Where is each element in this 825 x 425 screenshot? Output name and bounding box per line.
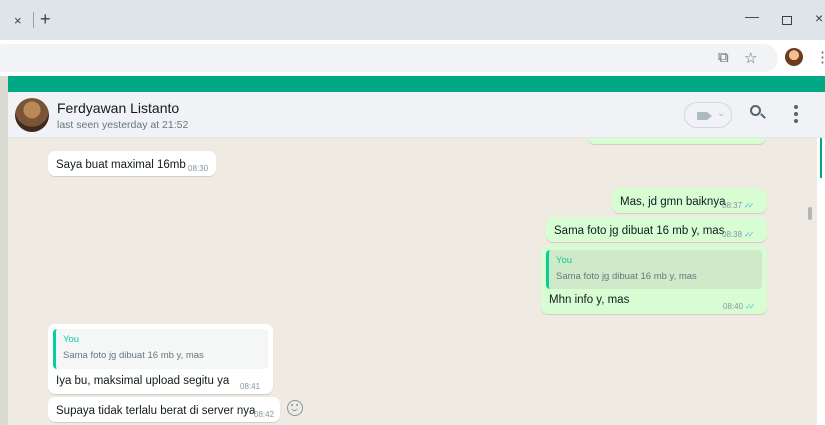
chat-menu-button[interactable] bbox=[793, 105, 799, 125]
reply-message-bubble[interactable]: You Sama foto jg dibuat 16 mb y, mas Mhn… bbox=[541, 245, 767, 314]
chat-messages-area[interactable]: Saya buat maximal 16mb 08:30 Mas, jd gmn… bbox=[8, 138, 817, 425]
message-time: 08:38 bbox=[722, 230, 743, 239]
message-time: 08:41 bbox=[240, 382, 261, 391]
video-camera-icon bbox=[697, 112, 712, 120]
message-text: Mhn info y, mas bbox=[549, 294, 630, 306]
quoted-message[interactable]: You Sama foto jg dibuat 16 mb y, mas bbox=[546, 250, 762, 289]
message-text: Iya bu, maksimal upload segitu ya bbox=[56, 375, 230, 387]
tab-divider bbox=[33, 12, 34, 28]
contact-name[interactable]: Ferdyawan Listanto bbox=[57, 100, 179, 116]
chat-header[interactable]: Ferdyawan Listanto last seen yesterday a… bbox=[8, 92, 825, 138]
message-text: Supaya tidak terlalu berat di server nya bbox=[56, 405, 256, 417]
chat-scrollbar[interactable] bbox=[808, 207, 812, 220]
video-call-button[interactable]: ⌄ bbox=[684, 102, 732, 128]
message-time: 08:30 bbox=[188, 164, 209, 173]
react-emoji-icon[interactable] bbox=[287, 400, 303, 416]
read-ticks-icon: ✓✓ bbox=[745, 302, 756, 311]
browser-toolbar: ⧉ ☆ ⋮ bbox=[0, 40, 825, 76]
left-gutter bbox=[0, 76, 8, 425]
message-text: Sama foto jg dibuat 16 mb y, mas bbox=[554, 225, 725, 237]
address-bar[interactable] bbox=[0, 44, 778, 72]
partial-message-bubble[interactable] bbox=[588, 138, 766, 144]
message-bubble[interactable]: Mas, jd gmn baiknya 08:37 ✓✓ bbox=[612, 188, 767, 213]
search-messages-button[interactable] bbox=[749, 103, 767, 123]
minimize-window-button[interactable]: — bbox=[745, 8, 759, 24]
quote-text: Sama foto jg dibuat 16 mb y, mas bbox=[63, 350, 204, 361]
message-time: 08:37 bbox=[722, 201, 743, 210]
new-tab-button[interactable]: + bbox=[40, 9, 51, 30]
quote-author: You bbox=[556, 255, 573, 266]
install-app-icon[interactable]: ⧉ bbox=[718, 49, 729, 66]
browser-menu-icon[interactable]: ⋮ bbox=[815, 48, 825, 66]
contact-avatar[interactable] bbox=[15, 98, 49, 132]
message-bubble[interactable]: Sama foto jg dibuat 16 mb y, mas 08:38 ✓✓ bbox=[546, 217, 767, 242]
whatsapp-header-band bbox=[8, 76, 825, 92]
bookmark-star-icon[interactable]: ☆ bbox=[744, 49, 757, 67]
message-text: Mas, jd gmn baiknya bbox=[620, 196, 726, 208]
last-seen-status: last seen yesterday at 21:52 bbox=[57, 119, 189, 131]
message-time: 08:42 bbox=[254, 410, 275, 419]
message-text: Saya buat maximal 16mb bbox=[56, 159, 186, 171]
browser-tab-bar: × + — × bbox=[0, 0, 825, 40]
read-ticks-icon: ✓✓ bbox=[744, 230, 755, 239]
quote-author: You bbox=[63, 334, 80, 345]
quote-text: Sama foto jg dibuat 16 mb y, mas bbox=[556, 271, 697, 282]
close-tab-icon[interactable]: × bbox=[14, 13, 22, 28]
message-bubble[interactable]: Supaya tidak terlalu berat di server nya… bbox=[48, 397, 280, 422]
right-panel-edge bbox=[817, 138, 825, 425]
reply-message-bubble[interactable]: You Sama foto jg dibuat 16 mb y, mas Iya… bbox=[48, 324, 273, 394]
close-window-button[interactable]: × bbox=[815, 10, 823, 26]
message-time: 08:40 bbox=[723, 302, 744, 311]
message-bubble[interactable]: Saya buat maximal 16mb 08:30 bbox=[48, 151, 216, 176]
read-ticks-icon: ✓✓ bbox=[744, 201, 755, 210]
quoted-message[interactable]: You Sama foto jg dibuat 16 mb y, mas bbox=[53, 329, 268, 369]
profile-avatar-icon[interactable] bbox=[785, 48, 803, 66]
restore-window-button[interactable] bbox=[782, 16, 792, 25]
chevron-down-icon: ⌄ bbox=[717, 108, 726, 119]
